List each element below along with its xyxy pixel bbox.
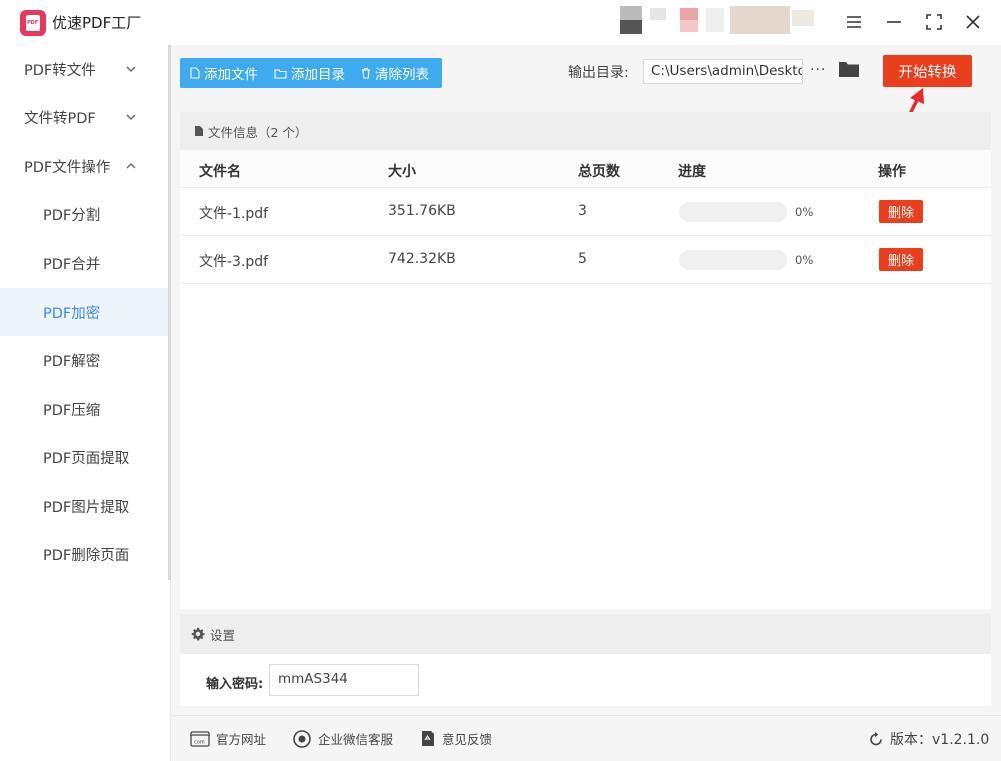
chevron-up-icon (126, 163, 136, 169)
version-info[interactable]: 版本：v1.2.1.0 (868, 729, 989, 749)
app-title: 优速PDF工厂 (52, 14, 142, 32)
sidebar-item-pdf-encrypt[interactable]: PDF加密 (0, 288, 171, 336)
chat-icon (293, 729, 311, 748)
document-icon (195, 126, 203, 136)
column-header-size: 大小 (388, 164, 416, 180)
sidebar-item-pdf-image-extract[interactable]: PDF图片提取 (0, 482, 170, 530)
close-icon[interactable] (959, 8, 987, 36)
sidebar-item-pdf-compress[interactable]: PDF压缩 (0, 385, 170, 433)
footer: com 官方网址 企业微信客服 意见反馈 版本：v1.2.1.0 (171, 715, 1001, 761)
feedback-link[interactable]: 意见反馈 (420, 729, 492, 748)
file-panel-header: 文件信息（2 个） (180, 112, 991, 150)
file-pages: 3 (578, 203, 587, 219)
feedback-icon (422, 731, 434, 746)
settings-panel: 输入密码: mmAS344 (180, 654, 991, 706)
table-row[interactable]: 文件-1.pdf 351.76KB 3 0% 删除 (180, 188, 991, 236)
file-pages: 5 (578, 251, 587, 267)
website-icon: com (190, 730, 210, 747)
table-header: 文件名 大小 总页数 进度 操作 (180, 150, 991, 188)
sidebar-item-pdf-merge[interactable]: PDF合并 (0, 239, 170, 287)
maximize-icon[interactable] (920, 8, 948, 36)
sidebar-group-pdf-operations[interactable]: PDF文件操作 (0, 142, 170, 190)
sidebar-group-pdf-to-file[interactable]: PDF转文件 (0, 45, 170, 93)
file-toolbar: 添加文件 添加目录 清除列表 (180, 58, 442, 88)
title-bar: PDF 优速PDF工厂 (0, 0, 1001, 45)
app-logo-icon: PDF (20, 10, 46, 36)
minimize-icon[interactable] (880, 8, 908, 36)
add-directory-button[interactable]: 添加目录 (264, 58, 351, 88)
sidebar-group-file-to-pdf[interactable]: 文件转PDF (0, 93, 170, 141)
gear-icon (191, 627, 205, 641)
column-header-filename: 文件名 (199, 164, 241, 180)
column-header-pages: 总页数 (578, 164, 620, 180)
output-dir-input[interactable]: C:\Users\admin\Deskto (643, 59, 803, 84)
progress-text: 0% (795, 253, 814, 267)
svg-text:com: com (194, 739, 205, 745)
sidebar-item-pdf-page-extract[interactable]: PDF页面提取 (0, 433, 170, 481)
menu-icon[interactable] (840, 8, 868, 36)
official-website-link[interactable]: com 官方网址 (190, 729, 266, 748)
file-name: 文件-3.pdf (199, 254, 269, 270)
file-size: 351.76KB (388, 203, 456, 219)
chevron-down-icon (126, 114, 136, 120)
folder-outline-icon (274, 68, 287, 79)
progress-bar (679, 250, 787, 270)
add-file-button[interactable]: 添加文件 (180, 58, 264, 88)
clear-list-button[interactable]: 清除列表 (351, 58, 435, 88)
password-input[interactable]: mmAS344 (269, 664, 419, 696)
blurred-account-area (620, 0, 822, 44)
start-convert-button[interactable]: 开始转换 (883, 55, 972, 87)
table-row[interactable]: 文件-3.pdf 742.32KB 5 0% 删除 (180, 236, 991, 284)
sidebar-item-pdf-split[interactable]: PDF分割 (0, 190, 170, 238)
more-options-button[interactable]: ··· (810, 62, 826, 78)
output-dir-label: 输出目录: (568, 65, 629, 81)
password-label: 输入密码: (206, 677, 264, 692)
progress-text: 0% (795, 205, 814, 219)
file-icon (190, 67, 200, 79)
chevron-down-icon (126, 66, 136, 72)
file-name: 文件-1.pdf (199, 206, 269, 222)
file-size: 742.32KB (388, 251, 456, 267)
progress-bar (679, 202, 787, 222)
delete-button[interactable]: 删除 (879, 248, 923, 271)
sidebar: PDF转文件 文件转PDF PDF文件操作 PDF分割 PDF合并 PDF加密 … (0, 45, 171, 761)
folder-icon[interactable] (838, 60, 860, 80)
delete-button[interactable]: 删除 (879, 200, 923, 223)
settings-header: 设置 (180, 614, 991, 654)
refresh-icon (870, 731, 882, 746)
sidebar-item-pdf-delete-page[interactable]: PDF删除页面 (0, 530, 170, 578)
trash-icon (362, 67, 370, 79)
column-header-progress: 进度 (678, 164, 706, 180)
wechat-support-link[interactable]: 企业微信客服 (292, 729, 393, 748)
file-list-panel: 文件信息（2 个） 文件名 大小 总页数 进度 操作 文件-1.pdf 351.… (180, 112, 991, 609)
sidebar-item-pdf-decrypt[interactable]: PDF解密 (0, 336, 170, 384)
column-header-action: 操作 (878, 164, 906, 180)
